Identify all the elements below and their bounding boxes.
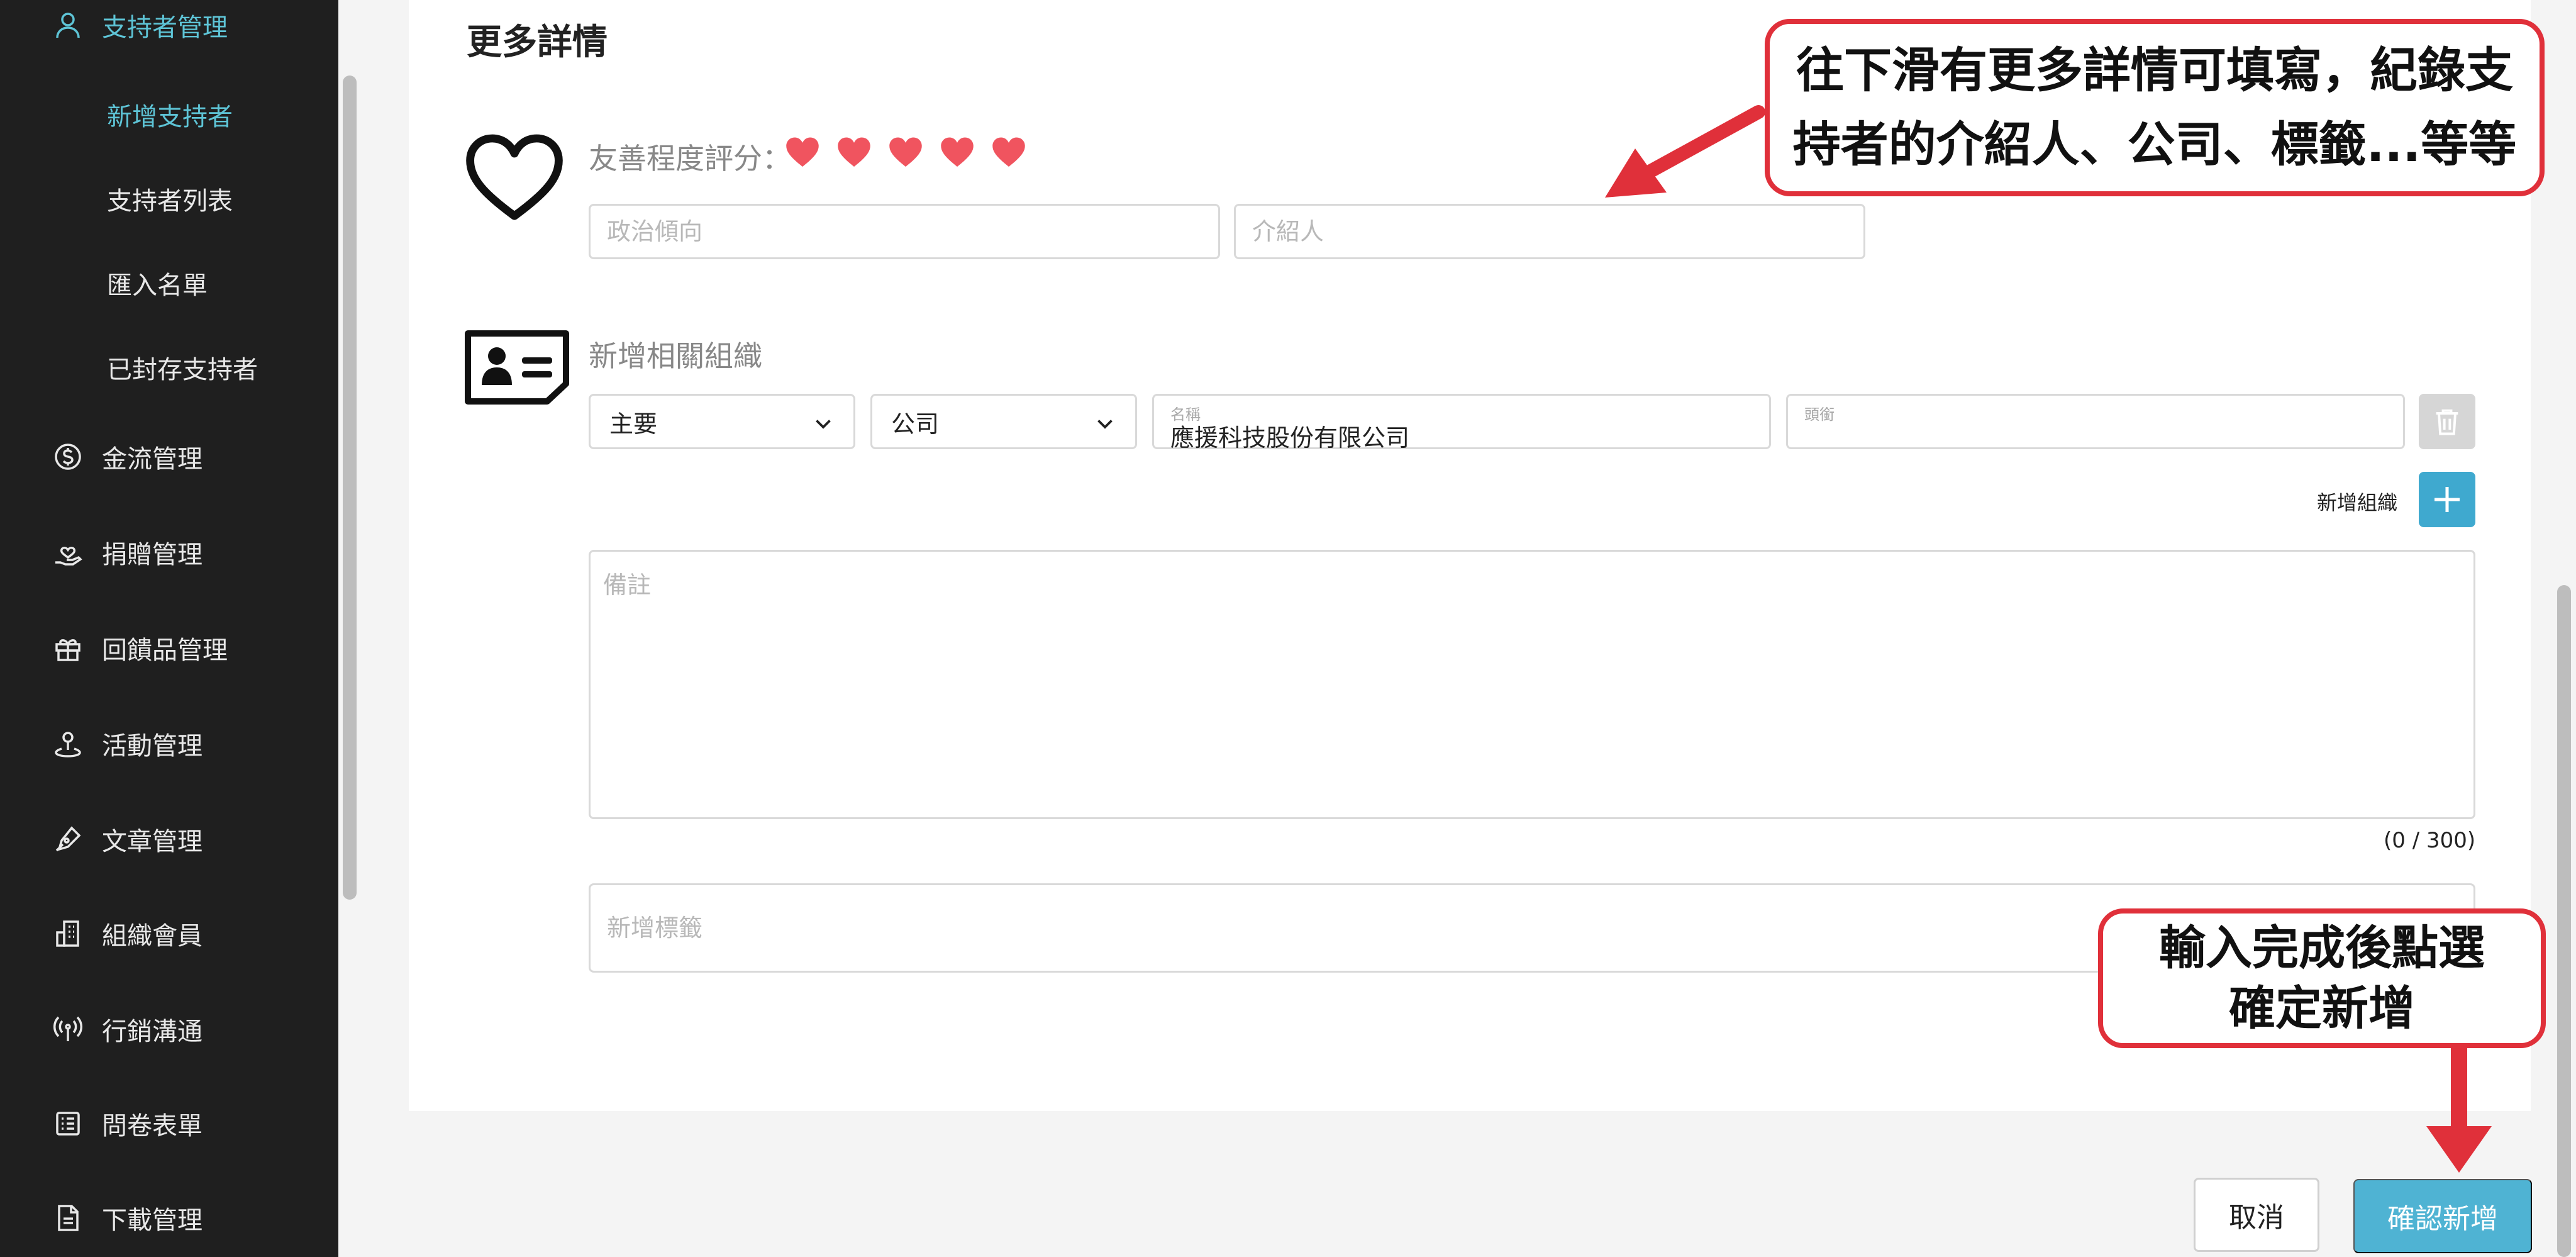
sidebar-item-label: 文章管理 [102,827,203,856]
plus-icon [2434,487,2460,512]
org-category-select[interactable]: 公司 [870,394,1137,449]
heart-outline-icon [464,133,565,224]
cancel-button[interactable]: 取消 [2194,1178,2319,1252]
sidebar-item-cashflow[interactable]: 金流管理 [50,432,203,482]
sidebar-subitem-archived-supporters[interactable]: 已封存支持者 [107,342,258,393]
annotation-callout-confirm: 輸入完成後點選 確定新增 [2098,908,2546,1048]
gift-icon [50,630,86,666]
heart-rating-icon[interactable] [940,135,975,170]
add-org-label: 新增組織 [2317,491,2398,515]
referrer-input[interactable] [1236,206,1863,257]
sidebar-item-articles[interactable]: 文章管理 [50,814,203,864]
document-icon [50,1200,86,1236]
sidebar-subitem-supporter-list[interactable]: 支持者列表 [107,174,233,224]
org-type-value: 主要 [609,410,658,438]
sidebar-subitem-add-supporter[interactable]: 新增支持者 [107,89,233,140]
sidebar-item-label: 問卷表單 [102,1112,203,1141]
list-form-icon [50,1106,86,1141]
add-org-button[interactable] [2419,472,2475,527]
hand-heart-icon [50,535,86,570]
sidebar-item-marketing[interactable]: 行銷溝通 [50,1004,203,1054]
callout-line: 往下滑有更多詳情可填寫，紀錄支 [1796,42,2513,98]
user-icon [50,8,86,43]
friendliness-rating-label: 友善程度評分： [589,142,791,176]
delete-org-button[interactable] [2419,394,2475,449]
sidebar-item-supporters[interactable]: 支持者管理 [50,0,228,50]
chevron-down-icon [1097,420,1113,429]
org-title-label: 頭銜 [1804,406,1835,423]
org-name-field[interactable]: 名稱 應援科技股份有限公司 [1152,394,1771,452]
annotation-callout-scroll: 往下滑有更多詳情可填寫，紀錄支 持者的介紹人、公司、標籤...等等 [1765,19,2545,196]
heart-rating-icon[interactable] [888,135,923,170]
heart-rating-icon[interactable] [836,135,872,170]
heart-rating-icon[interactable] [991,135,1026,170]
related-org-label: 新增相關組織 [589,339,762,373]
building-icon [50,916,86,951]
sidebar-item-rewards[interactable]: 回饋品管理 [50,623,228,673]
main-scrollbar[interactable] [2557,585,2571,1257]
sidebar-item-label: 活動管理 [102,732,203,761]
location-pin-icon [50,726,86,761]
sidebar-item-label: 支持者管理 [102,13,228,42]
referrer-field[interactable] [1234,204,1865,259]
political-leaning-field[interactable] [589,204,1220,259]
org-category-value: 公司 [891,410,940,438]
confirm-add-button[interactable]: 確認新增 [2353,1179,2532,1253]
callout-line: 持者的介紹人、公司、標籤...等等 [1792,116,2517,172]
sidebar-item-downloads[interactable]: 下載管理 [50,1193,203,1243]
id-card-icon [464,330,570,405]
friendliness-rating [785,135,1026,170]
sidebar-item-surveys[interactable]: 問卷表單 [50,1098,203,1149]
political-leaning-input[interactable] [591,206,1218,257]
broadcast-icon [50,1012,86,1047]
notes-char-counter: (0 / 300) [2384,828,2476,853]
sidebar-item-label: 回饋品管理 [102,636,228,665]
sidebar-scrollbar[interactable] [343,75,357,900]
sidebar-item-label: 下載管理 [102,1206,203,1235]
org-type-select[interactable]: 主要 [589,394,855,449]
callout-line: 確定新增 [2229,981,2415,1036]
sidebar-item-label: 行銷溝通 [102,1017,203,1046]
heart-rating-icon[interactable] [785,135,820,170]
section-title: 更多詳情 [467,22,608,63]
dollar-circle-icon [50,439,86,474]
sidebar-item-org-members[interactable]: 組織會員 [50,908,203,959]
notes-textarea[interactable] [591,552,2473,817]
chevron-down-icon [816,420,831,429]
sidebar-item-donations[interactable]: 捐贈管理 [50,527,203,578]
sidebar-subitem-import-list[interactable]: 匯入名單 [107,258,208,308]
pen-icon [50,822,86,857]
sidebar-item-events[interactable]: 活動管理 [50,718,203,769]
sidebar: 支持者管理 新增支持者 支持者列表 匯入名單 已封存支持者 金流管理 捐贈管理 … [0,0,338,1257]
notes-field[interactable] [589,550,2475,819]
org-title-field[interactable]: 頭銜 [1786,394,2405,449]
trash-icon [2436,409,2458,435]
org-name-value[interactable]: 應援科技股份有限公司 [1170,418,1409,453]
sidebar-item-label: 捐贈管理 [102,540,203,569]
sidebar-item-label: 金流管理 [102,445,203,474]
callout-line: 輸入完成後點選 [2159,921,2485,975]
sidebar-item-label: 組織會員 [102,922,203,951]
